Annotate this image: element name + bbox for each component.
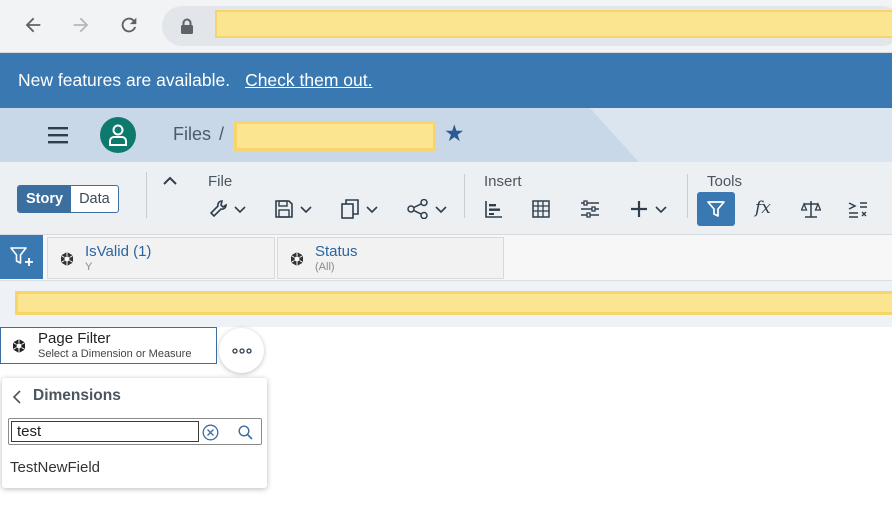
filter-chip-value: Y	[85, 261, 93, 273]
divider	[146, 172, 147, 218]
arrow-left-icon	[25, 17, 41, 33]
dimension-icon	[12, 339, 26, 353]
search-icon[interactable]	[238, 425, 253, 440]
formula-icon[interactable]: fx	[755, 198, 771, 218]
input-control-icon[interactable]	[580, 200, 600, 218]
filter-chip-value: (All)	[315, 261, 335, 273]
divider	[687, 174, 688, 218]
avatar[interactable]	[100, 117, 136, 153]
group-label-insert: Insert	[484, 173, 522, 190]
redacted-story-title	[234, 121, 436, 151]
chevron-down-icon[interactable]	[300, 206, 312, 214]
variance-icon[interactable]	[848, 200, 868, 218]
dimensions-popover: Dimensions TestNewField	[2, 378, 267, 488]
divider	[464, 174, 465, 218]
star-icon[interactable]: ★	[444, 120, 465, 147]
dimension-icon	[290, 252, 304, 266]
filter-icon	[707, 201, 725, 217]
balance-icon[interactable]	[801, 199, 821, 219]
collapse-chevron-icon[interactable]	[163, 176, 177, 186]
forward-button[interactable]	[64, 8, 98, 42]
page-filter-title: Page Filter	[38, 330, 111, 347]
filter-chip-name: IsValid (1)	[85, 243, 152, 260]
user-icon	[109, 124, 127, 146]
table-icon[interactable]	[532, 200, 550, 218]
page-filter-subtitle: Select a Dimension or Measure	[38, 348, 192, 360]
chart-icon[interactable]	[485, 200, 503, 218]
back-button[interactable]	[16, 8, 50, 42]
breadcrumb-files[interactable]: Files	[173, 124, 211, 145]
menu-icon[interactable]	[46, 125, 70, 145]
view-switch: Story Data	[17, 185, 119, 213]
lock-icon	[181, 18, 193, 34]
breadcrumb-separator: /	[219, 124, 225, 144]
chevron-down-icon[interactable]	[366, 206, 378, 214]
story-toolbar: Story Data File Insert Tools fx	[0, 162, 892, 235]
save-icon[interactable]	[275, 200, 293, 218]
popover-title: Dimensions	[33, 387, 121, 404]
filter-bar: IsValid (1) Y Status (All)	[0, 235, 892, 281]
redacted-content	[15, 291, 892, 315]
filter-tool-button[interactable]	[697, 192, 735, 226]
back-icon[interactable]	[12, 390, 22, 404]
dimension-icon	[60, 252, 74, 266]
chevron-down-icon[interactable]	[234, 206, 246, 214]
redacted-url	[215, 10, 892, 38]
banner-link[interactable]: Check them out.	[245, 70, 372, 91]
list-item[interactable]: TestNewField	[2, 454, 267, 482]
filter-chip-status[interactable]: Status (All)	[277, 237, 504, 279]
add-filter-button[interactable]	[0, 235, 43, 279]
reload-icon	[121, 17, 137, 33]
search-field[interactable]	[8, 418, 262, 445]
more-options-button[interactable]	[219, 328, 264, 373]
tab-data[interactable]: Data	[71, 186, 118, 212]
wrench-icon[interactable]	[208, 199, 228, 219]
feature-banner: New features are available. Check them o…	[0, 53, 892, 108]
page-filter[interactable]: Page Filter Select a Dimension or Measur…	[0, 327, 217, 364]
banner-message: New features are available.	[18, 70, 231, 90]
chevron-down-icon[interactable]	[435, 206, 447, 214]
add-filter-icon	[9, 247, 33, 266]
filter-chip-isvalid[interactable]: IsValid (1) Y	[47, 237, 275, 279]
group-label-tools: Tools	[707, 173, 743, 190]
tab-story[interactable]: Story	[18, 186, 72, 212]
reload-button[interactable]	[112, 8, 146, 42]
browser-toolbar	[0, 0, 892, 53]
more-icon	[231, 347, 252, 354]
shell-decoration	[590, 108, 892, 162]
clear-icon[interactable]	[202, 424, 219, 441]
share-icon[interactable]	[407, 199, 429, 219]
add-icon[interactable]	[630, 200, 648, 218]
group-label-file: File	[208, 173, 233, 190]
shell-bar: Files / ★	[0, 108, 892, 162]
search-input[interactable]	[11, 421, 199, 442]
copy-icon[interactable]	[341, 199, 359, 219]
story-header-band	[0, 281, 892, 327]
chevron-down-icon[interactable]	[655, 206, 667, 214]
filter-chip-name: Status	[315, 243, 358, 260]
arrow-right-icon	[73, 17, 89, 33]
